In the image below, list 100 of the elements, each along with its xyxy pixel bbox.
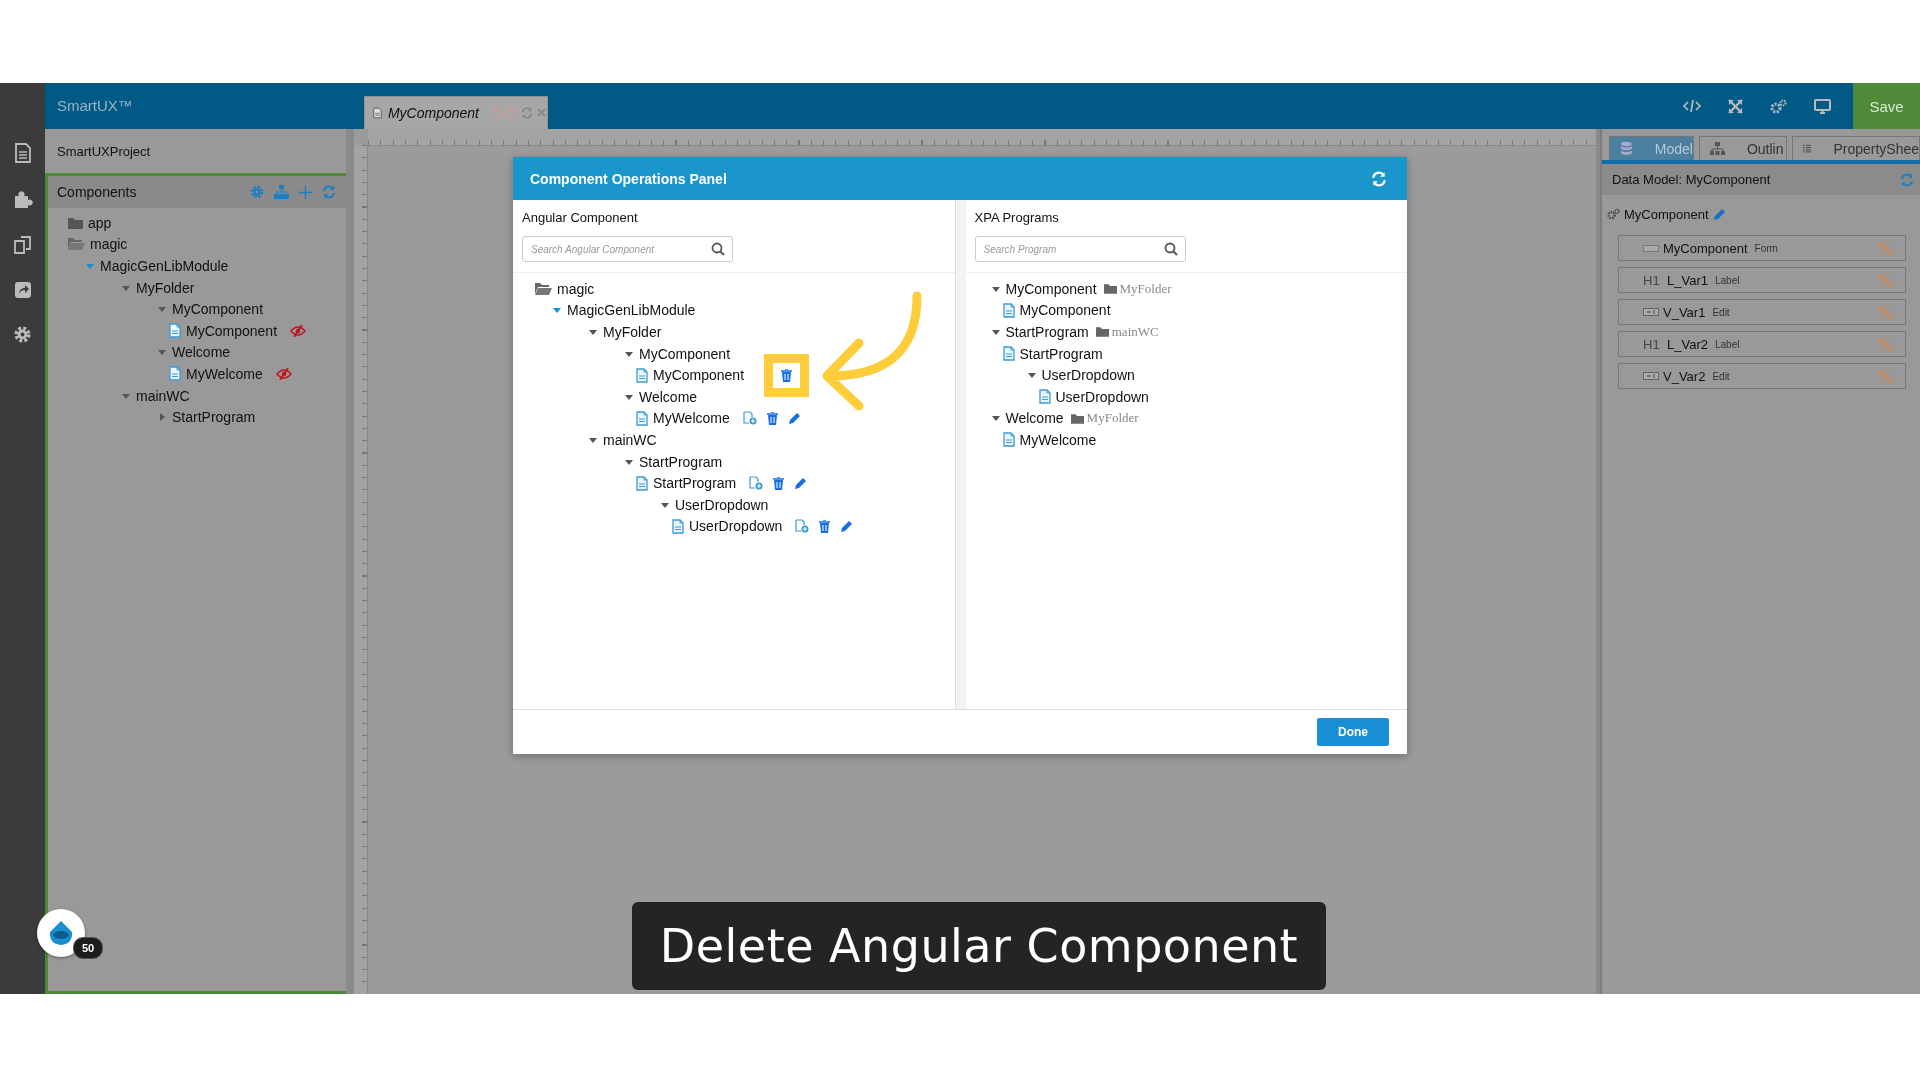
folder-icon <box>68 216 83 229</box>
tree-item[interactable]: mainWC <box>136 387 190 404</box>
tree-item[interactable]: StartProgram <box>639 453 723 470</box>
file-icon <box>1038 389 1051 405</box>
share-icon[interactable] <box>13 281 32 299</box>
field-row[interactable]: H1 L_Var1 Label <box>1618 267 1906 293</box>
tree-item[interactable]: mainWC <box>603 431 657 448</box>
tree-item[interactable]: MagicGenLibModule <box>567 302 696 319</box>
tree-item[interactable]: StartProgram <box>1005 324 1089 340</box>
search-field[interactable]: Search Program <box>974 236 1186 262</box>
file-icon <box>373 106 382 120</box>
tree-item[interactable]: Welcome <box>639 388 698 405</box>
database-icon <box>1620 141 1633 156</box>
tree-item[interactable]: UserDropdown <box>1041 367 1135 384</box>
tree-item[interactable]: magic <box>90 236 128 253</box>
column-title: XPA Programs <box>973 210 1060 227</box>
tree-item[interactable]: UserDropdown <box>675 496 769 513</box>
trash-icon[interactable] <box>766 411 778 425</box>
field-name: L_Var2 <box>1667 336 1708 352</box>
file-icon <box>169 366 181 382</box>
monitor-icon[interactable] <box>1814 98 1831 114</box>
tree-item[interactable]: StartProgram <box>1019 345 1103 362</box>
copy-icon[interactable] <box>12 235 33 255</box>
pencil-icon[interactable] <box>787 411 801 425</box>
edit-field-icon <box>1643 308 1659 316</box>
field-row[interactable]: MyComponent Form <box>1618 235 1906 261</box>
file-plus-icon[interactable] <box>795 519 810 534</box>
form-icon <box>1643 244 1659 252</box>
field-type: Edit <box>1712 370 1731 382</box>
tree-item[interactable]: MyComponent <box>1019 302 1111 319</box>
file-icon <box>636 475 648 491</box>
search-field[interactable]: Search Angular Component <box>522 236 733 262</box>
file-plus-icon[interactable] <box>742 411 757 426</box>
gears-icon <box>1607 208 1620 220</box>
tree-item[interactable]: MyComponent <box>186 322 278 339</box>
field-type: Edit <box>1712 306 1731 318</box>
trash-icon[interactable] <box>781 368 793 382</box>
trash-icon[interactable] <box>773 476 785 490</box>
tree-item[interactable]: UserDropdown <box>689 518 783 535</box>
settings-icon[interactable] <box>13 325 32 344</box>
field-marker: H1 <box>1643 272 1661 288</box>
code-icon[interactable] <box>1683 99 1701 113</box>
tree-item[interactable]: MyComponent <box>639 345 731 362</box>
tree-item[interactable]: UserDropdown <box>1055 388 1149 405</box>
tree-item[interactable]: MagicGenLibModule <box>100 258 229 274</box>
folder-name: mainWC <box>1111 324 1159 340</box>
file-plus-icon[interactable] <box>749 476 764 491</box>
tree-item[interactable]: MyFolder <box>603 324 662 340</box>
pencil-icon[interactable] <box>794 476 808 490</box>
field-name: MyComponent <box>1663 240 1748 256</box>
tree-item[interactable]: MyWelcome <box>653 410 730 427</box>
field-type: Form <box>1754 242 1779 254</box>
field-name: V_Var2 <box>1663 368 1706 384</box>
document-icon[interactable] <box>14 143 31 163</box>
file-icon <box>1002 346 1015 362</box>
field-type: Label <box>1714 274 1741 286</box>
expand-icon[interactable] <box>1728 98 1743 114</box>
tree-item[interactable]: magic <box>557 280 595 297</box>
tree-item[interactable]: MyWelcome <box>186 365 263 382</box>
tree-item[interactable]: MyFolder <box>136 279 195 296</box>
folder-name: MyFolder <box>1086 410 1139 427</box>
field-name: L_Var1 <box>1667 272 1708 288</box>
trash-icon[interactable] <box>819 519 831 533</box>
gears-icon[interactable] <box>1770 98 1787 114</box>
project-name: SmartUXProject <box>57 143 151 159</box>
app-title: SmartUX™ <box>56 96 134 116</box>
puzzle-icon[interactable] <box>12 189 33 209</box>
panel-tab[interactable]: PropertyShee <box>1791 136 1920 160</box>
dialog-title: Component Operations Panel <box>530 170 728 187</box>
hierarchy-icon <box>1709 141 1725 156</box>
panel-tab[interactable]: Outlin <box>1698 136 1787 160</box>
panel-title: Data Model: MyComponent <box>1612 172 1772 187</box>
field-row[interactable]: V_Var1 Edit <box>1618 299 1906 325</box>
tree-item[interactable]: MyComponent <box>653 367 745 384</box>
tree-item[interactable]: Welcome <box>172 344 231 361</box>
file-icon <box>1002 432 1015 448</box>
search-icon[interactable] <box>711 242 725 256</box>
tree-item[interactable]: MyWelcome <box>1019 431 1097 448</box>
tree-item[interactable]: StartProgram <box>653 475 737 492</box>
tree-item[interactable]: app <box>88 214 112 231</box>
file-icon <box>672 518 684 534</box>
count-badge: 50 <box>73 937 104 959</box>
tree-item[interactable]: MyComponent <box>172 301 264 318</box>
done-button[interactable]: Done <box>1317 718 1389 746</box>
refresh-icon[interactable] <box>1371 170 1387 187</box>
list-icon <box>1802 142 1812 155</box>
edit-field-icon <box>1643 372 1659 380</box>
folder-name: MyFolder <box>1119 280 1172 297</box>
tree-item[interactable]: Welcome <box>1005 410 1064 427</box>
logo-icon <box>48 920 74 946</box>
tree-item[interactable]: MyComponent <box>1005 280 1097 297</box>
search-icon[interactable] <box>1163 242 1178 256</box>
field-marker: H1 <box>1643 336 1661 352</box>
field-row[interactable]: H1 L_Var2 Label <box>1618 331 1906 357</box>
folder-icon <box>1103 283 1117 295</box>
file-icon <box>1002 302 1015 318</box>
field-row[interactable]: V_Var2 Edit <box>1618 363 1906 389</box>
tree-item[interactable]: StartProgram <box>172 409 256 426</box>
folder-icon <box>1095 326 1109 338</box>
pencil-icon[interactable] <box>840 519 854 533</box>
